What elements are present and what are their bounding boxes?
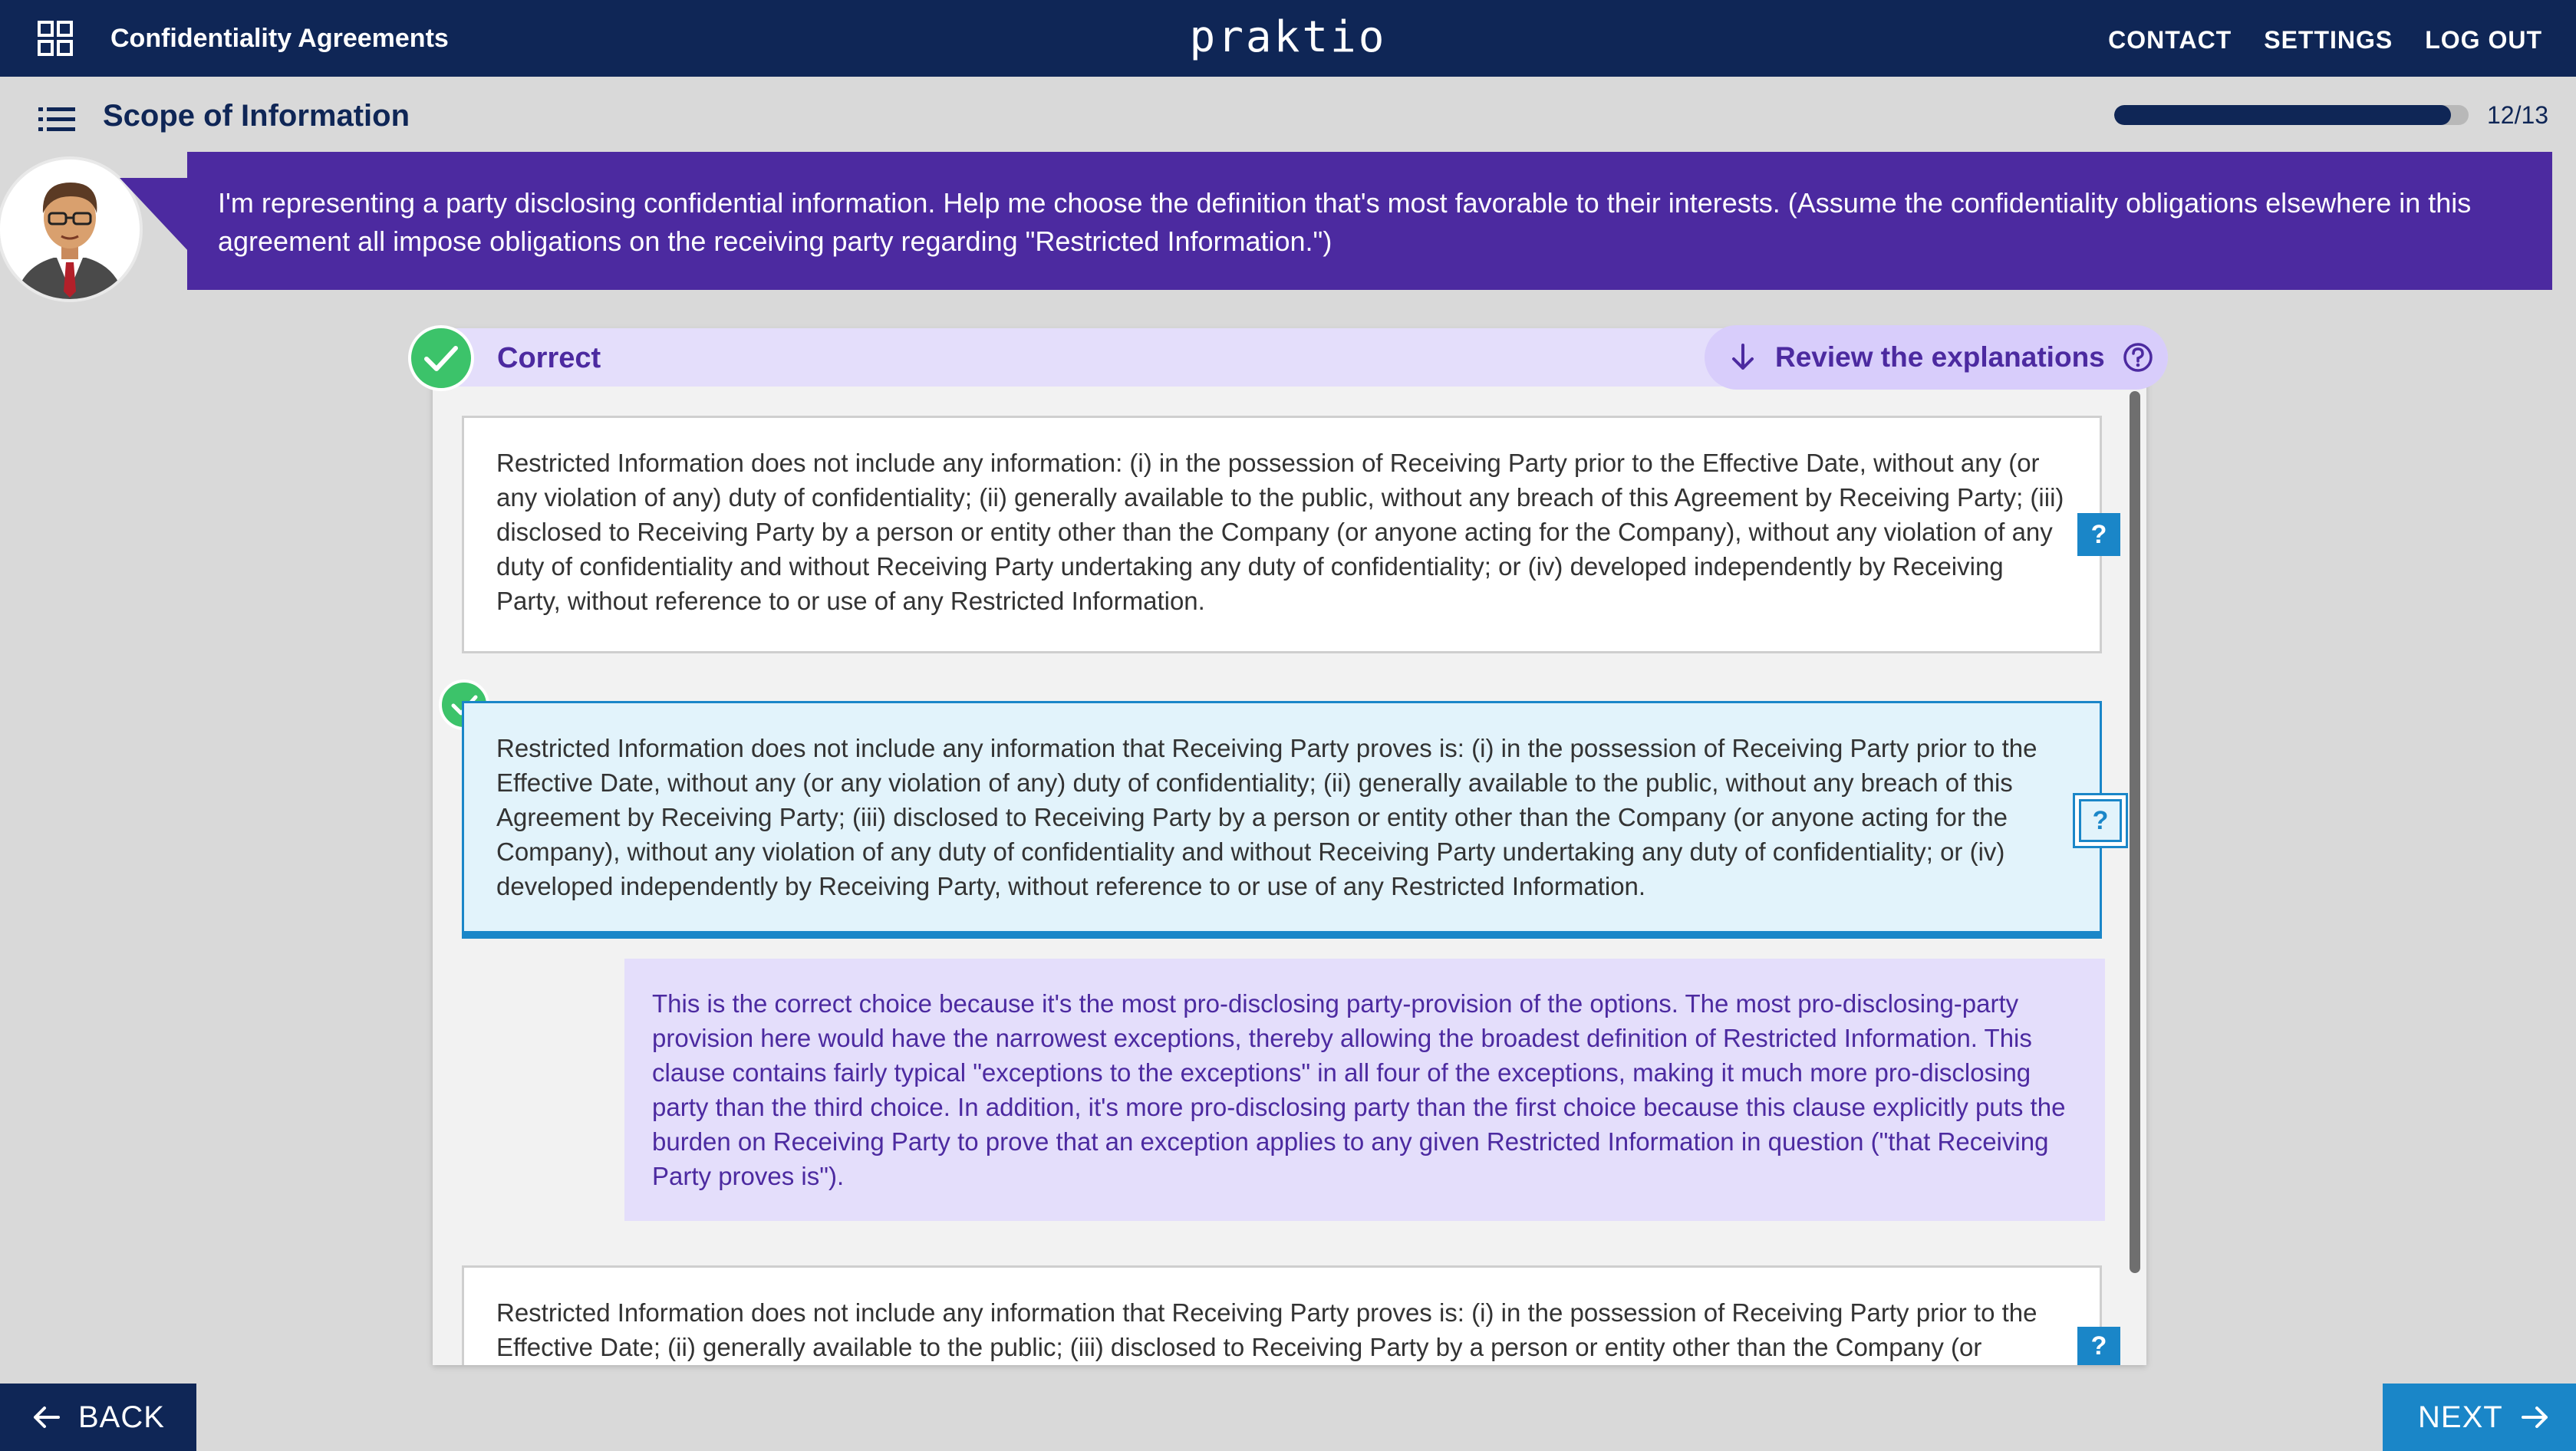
option-1-help-button[interactable]: ? bbox=[2077, 513, 2120, 556]
arrow-right-icon bbox=[2521, 1407, 2548, 1428]
progress-counter: 12/13 bbox=[2487, 101, 2549, 129]
result-status-label: Correct bbox=[497, 342, 601, 374]
review-explanations-button[interactable]: Review the explanations bbox=[1705, 325, 2168, 390]
answer-option-text: Restricted Information does not include … bbox=[496, 1298, 2037, 1361]
prompt-speech-bubble: I'm representing a party disclosing conf… bbox=[187, 152, 2552, 290]
option-2-help-button[interactable]: ? bbox=[2079, 799, 2122, 842]
progress-bar-fill bbox=[2114, 105, 2451, 125]
back-button[interactable]: BACK bbox=[0, 1384, 196, 1451]
back-button-label: BACK bbox=[78, 1400, 165, 1434]
logout-link[interactable]: LOG OUT bbox=[2425, 23, 2542, 57]
arrow-left-icon bbox=[34, 1407, 60, 1428]
apps-grid-icon[interactable] bbox=[37, 20, 74, 57]
settings-link[interactable]: SETTINGS bbox=[2264, 23, 2393, 57]
next-button-label: NEXT bbox=[2418, 1400, 2503, 1434]
answer-option-text: Restricted Information does not include … bbox=[496, 734, 2037, 900]
answer-option-1[interactable]: Restricted Information does not include … bbox=[462, 416, 2102, 653]
option-3-help-button[interactable]: ? bbox=[2077, 1327, 2120, 1365]
explanation-box: This is the correct choice because it's … bbox=[624, 959, 2105, 1221]
section-title: Scope of Information bbox=[103, 99, 410, 133]
panel-scrollbar[interactable] bbox=[2130, 391, 2140, 1273]
lawyer-avatar bbox=[0, 160, 140, 299]
help-circle-icon[interactable] bbox=[2122, 341, 2154, 373]
top-bar: Confidentiality Agreements praktio CONTA… bbox=[0, 0, 2576, 77]
arrow-down-icon bbox=[1732, 344, 1754, 370]
next-button[interactable]: NEXT bbox=[2383, 1384, 2576, 1451]
answer-option-3[interactable]: Restricted Information does not include … bbox=[462, 1265, 2102, 1365]
contact-link[interactable]: CONTACT bbox=[2108, 23, 2232, 57]
answer-option-2-selected[interactable]: Restricted Information does not include … bbox=[462, 701, 2102, 939]
explanation-text: This is the correct choice because it's … bbox=[652, 989, 2066, 1190]
review-explanations-label: Review the explanations bbox=[1775, 341, 2105, 373]
answer-option-text: Restricted Information does not include … bbox=[496, 449, 2064, 615]
top-nav: CONTACT SETTINGS LOG OUT bbox=[2108, 23, 2542, 57]
course-title: Confidentiality Agreements bbox=[110, 24, 449, 53]
progress-bar bbox=[2114, 105, 2469, 125]
correct-check-icon bbox=[408, 325, 474, 391]
list-menu-icon[interactable] bbox=[38, 104, 75, 135]
avatar-illustration bbox=[0, 160, 140, 299]
speech-bubble-tail bbox=[120, 178, 189, 252]
